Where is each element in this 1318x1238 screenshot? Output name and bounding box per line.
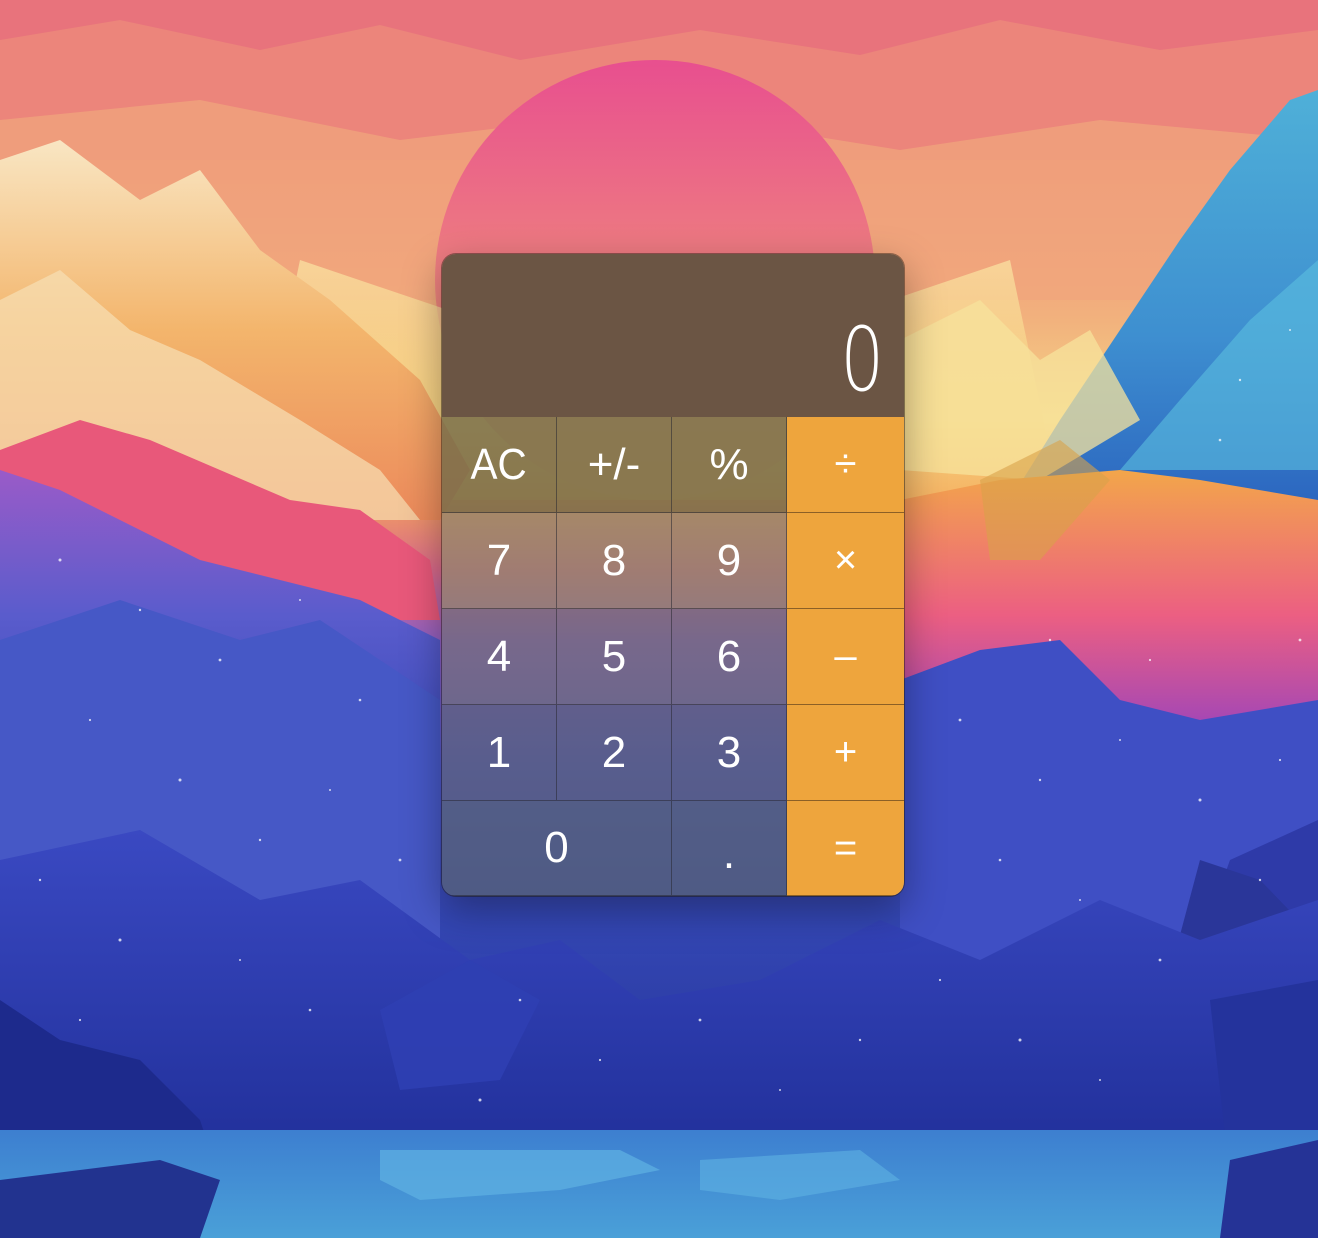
digit-3-button[interactable]: 3 <box>672 705 787 801</box>
subtract-button[interactable]: – <box>787 609 904 705</box>
decimal-button[interactable]: . <box>672 801 787 896</box>
digit-8-button[interactable]: 8 <box>557 513 672 609</box>
digit-6-button[interactable]: 6 <box>672 609 787 705</box>
digit-0-label: 0 <box>544 823 569 872</box>
digit-7-button[interactable]: 7 <box>442 513 557 609</box>
digit-8-label: 8 <box>601 535 627 585</box>
divide-label: ÷ <box>834 442 857 486</box>
divide-button[interactable]: ÷ <box>787 417 904 513</box>
subtract-label: – <box>834 634 857 678</box>
add-button[interactable]: + <box>787 705 904 801</box>
negate-label: +/- <box>587 439 641 489</box>
add-label: + <box>833 730 858 774</box>
digit-4-label: 4 <box>486 631 512 681</box>
calculator-window: 0 AC +/- % ÷ 7 8 9 × 4 5 6 – 1 2 3 + 0 .… <box>442 254 904 896</box>
clear-label: AC <box>470 439 528 489</box>
digit-5-label: 5 <box>601 631 627 681</box>
digit-5-button[interactable]: 5 <box>557 609 672 705</box>
calculator-keypad: AC +/- % ÷ 7 8 9 × 4 5 6 – 1 2 3 + 0 . = <box>442 417 904 896</box>
percent-button[interactable]: % <box>672 417 787 513</box>
digit-1-label: 1 <box>486 727 512 777</box>
digit-2-label: 2 <box>601 727 627 777</box>
digit-9-button[interactable]: 9 <box>672 513 787 609</box>
decimal-label: . <box>722 829 736 878</box>
display-value: 0 <box>840 308 884 411</box>
digit-0-button[interactable]: 0 <box>442 801 672 896</box>
clear-button[interactable]: AC <box>442 417 557 513</box>
digit-2-button[interactable]: 2 <box>557 705 672 801</box>
digit-7-label: 7 <box>486 535 512 585</box>
multiply-label: × <box>833 538 858 582</box>
percent-label: % <box>709 439 749 489</box>
digit-1-button[interactable]: 1 <box>442 705 557 801</box>
multiply-button[interactable]: × <box>787 513 904 609</box>
desktop-wallpaper: 0 AC +/- % ÷ 7 8 9 × 4 5 6 – 1 2 3 + 0 .… <box>0 0 1318 1238</box>
digit-9-label: 9 <box>716 535 742 585</box>
equals-label: = <box>833 825 858 870</box>
equals-button[interactable]: = <box>787 801 904 896</box>
digit-4-button[interactable]: 4 <box>442 609 557 705</box>
negate-button[interactable]: +/- <box>557 417 672 513</box>
digit-6-label: 6 <box>716 631 742 681</box>
calculator-display: 0 <box>442 254 904 417</box>
digit-3-label: 3 <box>716 727 742 777</box>
